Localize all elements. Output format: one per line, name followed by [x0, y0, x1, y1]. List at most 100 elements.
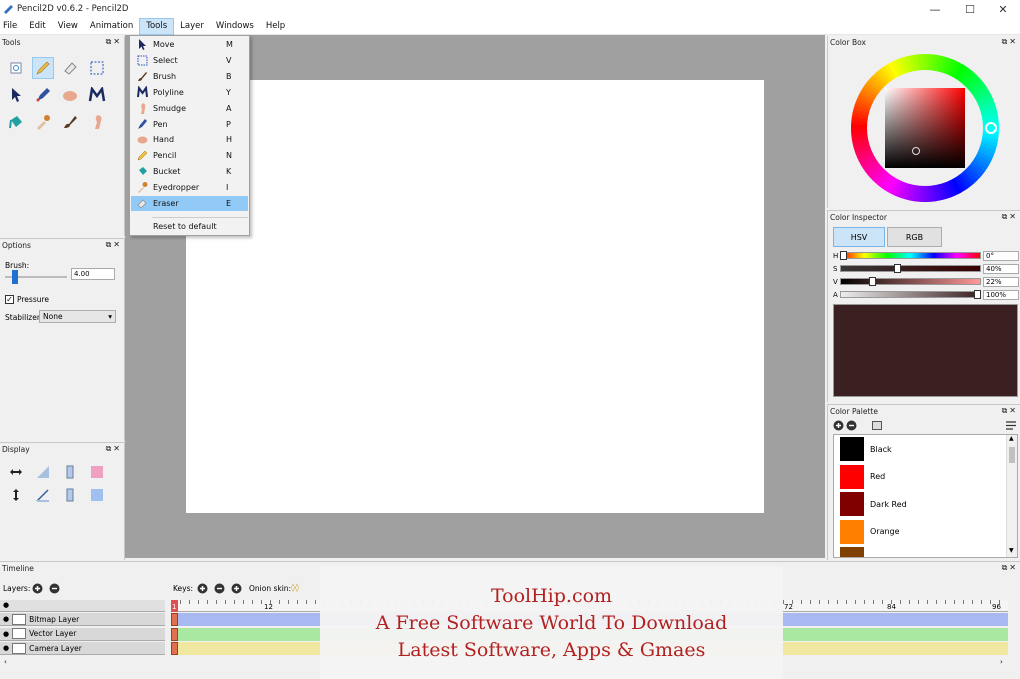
outline-mode-icon[interactable] — [32, 461, 54, 483]
hsv-tab[interactable]: HSV — [833, 227, 885, 247]
hue-value[interactable]: 0° — [983, 251, 1019, 261]
palette-row[interactable]: Orange — [840, 519, 900, 545]
eraser-tool-icon[interactable] — [59, 57, 81, 79]
visibility-icon[interactable]: ● — [3, 644, 9, 652]
palette-view-icon[interactable] — [872, 421, 882, 430]
onion-blue-icon[interactable] — [86, 484, 108, 506]
smudge-tool-icon[interactable] — [86, 111, 108, 133]
palette-scrollbar-thumb[interactable] — [1009, 447, 1015, 463]
menu-help[interactable]: Help — [260, 18, 291, 35]
onion-prev-icon[interactable] — [59, 461, 81, 483]
polyline-tool-icon[interactable] — [86, 84, 108, 106]
close-button[interactable]: ✕ — [986, 0, 1020, 18]
panel-float-close-icon[interactable]: ⧉✕ — [1002, 37, 1018, 47]
saturation-slider[interactable] — [840, 265, 981, 272]
alpha-slider-handle[interactable] — [974, 290, 981, 299]
pen-tool-icon[interactable] — [32, 84, 54, 106]
stabilizer-select[interactable]: None ▾ — [39, 310, 116, 323]
saturation-value[interactable]: 40% — [983, 264, 1019, 274]
hue-slider-handle[interactable] — [840, 251, 847, 260]
panel-float-close-icon[interactable]: ⧉✕ — [106, 444, 122, 454]
value-slider[interactable] — [840, 278, 981, 285]
menu-item-pen[interactable]: Pen P — [131, 117, 248, 132]
visibility-all-icon[interactable]: ● — [3, 601, 9, 609]
bucket-tool-icon[interactable] — [5, 111, 27, 133]
menu-item-move[interactable]: Move M — [131, 37, 248, 52]
menu-item-hand[interactable]: Hand H — [131, 132, 248, 147]
minimize-button[interactable]: — — [918, 0, 952, 18]
palette-row[interactable]: Red — [840, 464, 885, 490]
add-key-icon[interactable] — [197, 583, 208, 594]
move-tool-icon[interactable] — [5, 84, 27, 106]
menu-item-smudge[interactable]: Smudge A — [131, 101, 248, 116]
scroll-right-icon[interactable]: › — [1000, 658, 1003, 666]
flip-horizontal-icon[interactable] — [5, 461, 27, 483]
menu-item-pencil[interactable]: Pencil N — [131, 148, 248, 163]
palette-menu-icon[interactable] — [1006, 421, 1016, 430]
saturation-slider-handle[interactable] — [893, 264, 901, 273]
keyframe[interactable] — [171, 613, 178, 626]
color-wheel[interactable] — [850, 53, 1000, 203]
brush-size-input[interactable]: 4.00 — [71, 268, 115, 280]
onion-skin-icon[interactable]: ◊◊ — [291, 583, 299, 592]
pencil-tool-icon[interactable] — [32, 57, 54, 79]
visibility-icon[interactable]: ● — [3, 615, 9, 623]
flip-vertical-icon[interactable] — [5, 484, 27, 506]
menu-item-eyedropper[interactable]: Eyedropper I — [131, 180, 248, 195]
onion-next-icon[interactable] — [59, 484, 81, 506]
palette-scrollbar[interactable]: ▲ ▼ — [1006, 435, 1017, 557]
duplicate-key-icon[interactable] — [231, 583, 242, 594]
onion-red-icon[interactable] — [86, 461, 108, 483]
scroll-down-icon[interactable]: ▼ — [1009, 547, 1014, 554]
remove-color-icon[interactable] — [846, 420, 857, 431]
value-slider-handle[interactable] — [869, 277, 877, 286]
hand-tool-icon[interactable] — [59, 84, 81, 106]
palette-row[interactable]: Black — [840, 436, 892, 462]
menu-item-eraser[interactable]: Eraser E — [131, 196, 248, 211]
reset-to-default-item[interactable]: Reset to default — [131, 219, 248, 234]
panel-float-close-icon[interactable]: ⧉✕ — [1002, 563, 1018, 573]
alpha-slider[interactable] — [840, 291, 981, 298]
menu-edit[interactable]: Edit — [23, 18, 51, 35]
menu-animation[interactable]: Animation — [84, 18, 139, 35]
eyedropper-tool-icon[interactable] — [32, 111, 54, 133]
clear-frame-icon[interactable] — [5, 57, 27, 79]
palette-row[interactable]: Dark Red — [840, 491, 907, 517]
scroll-left-icon[interactable]: ‹ — [4, 658, 7, 666]
add-layer-icon[interactable] — [32, 583, 43, 594]
select-tool-icon[interactable] — [86, 57, 108, 79]
menu-item-bucket[interactable]: Bucket K — [131, 164, 248, 179]
panel-float-close-icon[interactable]: ⧉✕ — [106, 37, 122, 47]
pressure-checkbox[interactable]: ✓ — [5, 295, 14, 304]
menu-file[interactable]: File — [0, 18, 23, 35]
drawing-canvas[interactable] — [186, 80, 764, 513]
brush-size-slider-handle[interactable] — [12, 270, 18, 284]
keyframe[interactable] — [171, 642, 178, 655]
layer-row[interactable]: ● Camera Layer — [0, 642, 165, 655]
menu-tools[interactable]: Tools — [139, 17, 175, 35]
visibility-icon[interactable]: ● — [3, 630, 9, 638]
value-value[interactable]: 22% — [983, 277, 1019, 287]
hue-slider[interactable] — [840, 252, 981, 259]
remove-layer-icon[interactable] — [49, 583, 60, 594]
brush-tool-icon[interactable] — [59, 111, 81, 133]
remove-key-icon[interactable] — [214, 583, 225, 594]
panel-float-close-icon[interactable]: ⧉✕ — [1002, 212, 1018, 222]
layer-row[interactable]: ● Bitmap Layer — [0, 613, 165, 626]
menu-item-polyline[interactable]: Polyline Y — [131, 85, 248, 100]
maximize-button[interactable]: ☐ — [953, 0, 987, 18]
menu-item-select[interactable]: Select V — [131, 53, 248, 68]
x-sheet-icon[interactable] — [32, 484, 54, 506]
alpha-value[interactable]: 100% — [983, 290, 1019, 300]
menu-view[interactable]: View — [52, 18, 84, 35]
layer-row[interactable]: ● Vector Layer — [0, 627, 165, 641]
rgb-tab[interactable]: RGB — [887, 227, 942, 247]
keyframe[interactable] — [171, 627, 178, 641]
add-color-icon[interactable] — [833, 420, 844, 431]
scroll-up-icon[interactable]: ▲ — [1009, 435, 1014, 442]
menu-item-brush[interactable]: Brush B — [131, 69, 248, 84]
menu-layer[interactable]: Layer — [174, 18, 210, 35]
menu-windows[interactable]: Windows — [210, 18, 260, 35]
panel-float-close-icon[interactable]: ⧉✕ — [1002, 406, 1018, 416]
panel-float-close-icon[interactable]: ⧉✕ — [106, 240, 122, 250]
